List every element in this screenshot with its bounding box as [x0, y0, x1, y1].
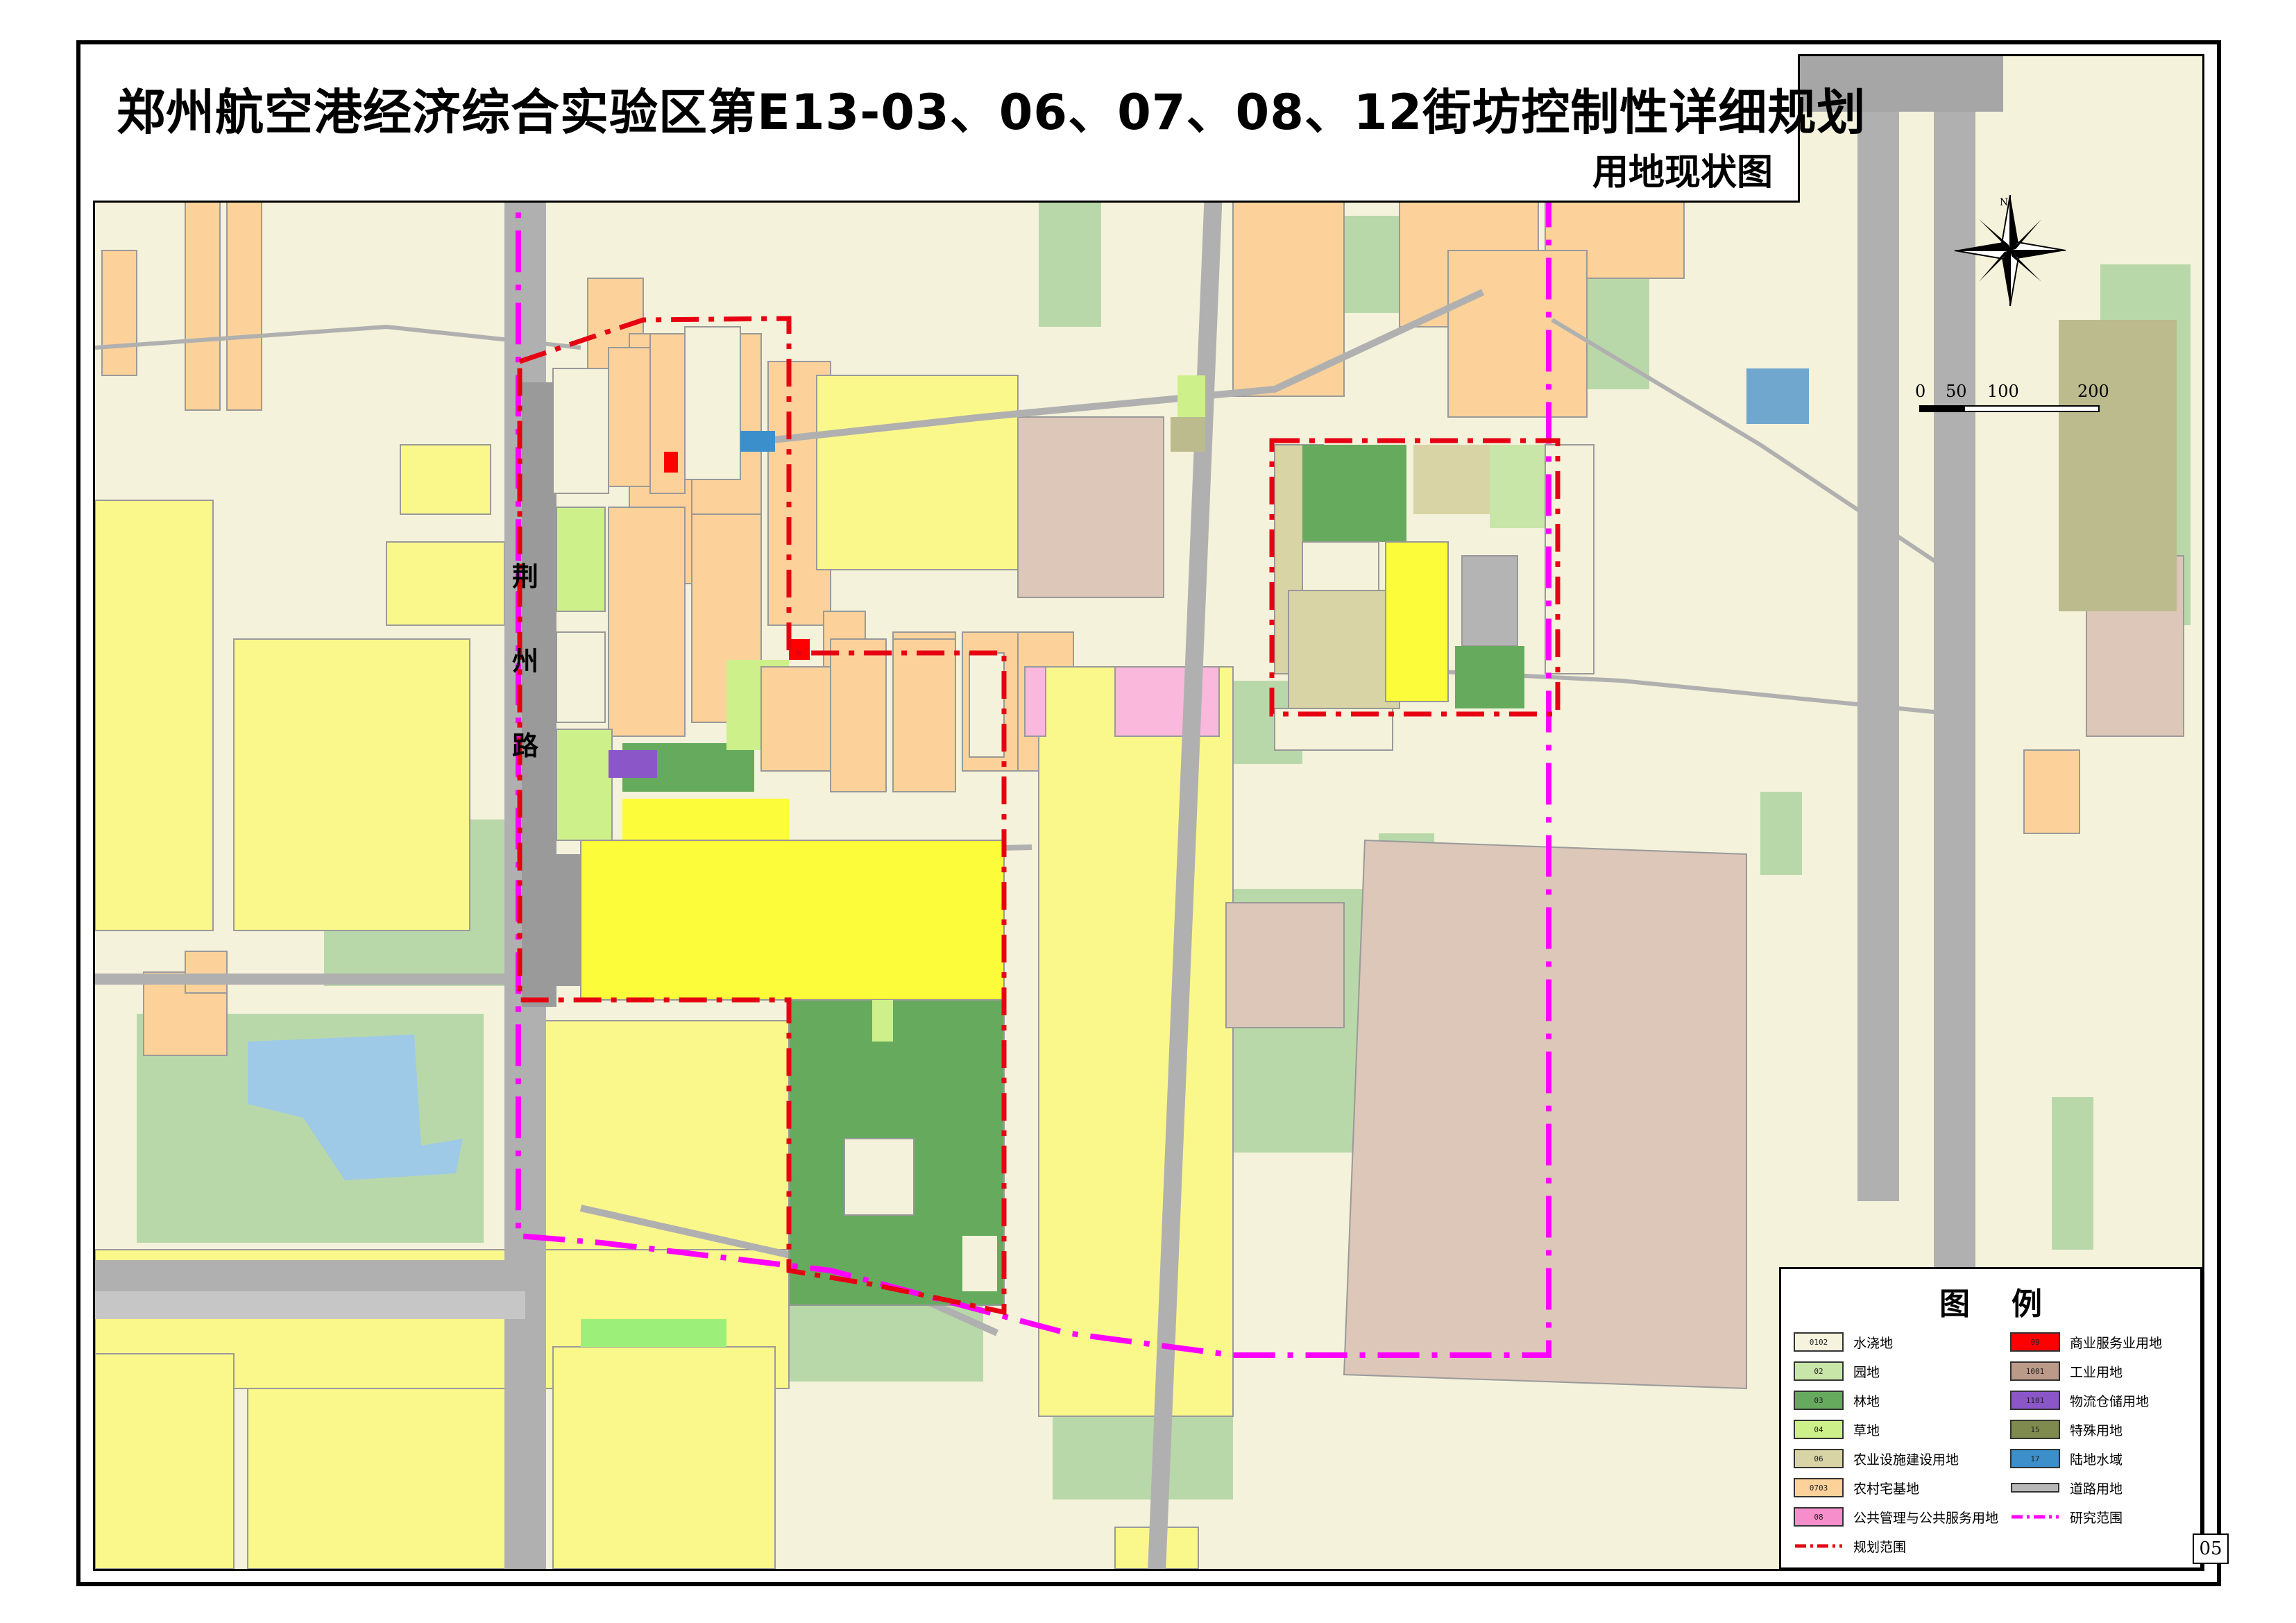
road-label-char-3: 路	[512, 731, 539, 761]
legend-label: 公共管理与公共服务用地	[1853, 1510, 1999, 1526]
scale-tick-50: 50	[1946, 382, 1967, 401]
special-land	[2059, 320, 2177, 611]
south-road	[95, 1291, 525, 1319]
legend-item: 1101 物流仓储用地	[2010, 1390, 2149, 1411]
road-label-char-1: 荆	[512, 561, 539, 592]
legend-item: 0703 农村宅基地	[1794, 1477, 1919, 1498]
legend-label: 农村宅基地	[1853, 1481, 1920, 1497]
legend-item: 09 商业服务业用地	[2010, 1332, 2162, 1352]
legend-item: 08 公共管理与公共服务用地	[1794, 1506, 1998, 1527]
legend-item: 规划范围	[1794, 1536, 1906, 1556]
legend-label: 研究范围	[2070, 1510, 2123, 1526]
legend-title: 图例	[1939, 1286, 2084, 1322]
road-label-char-2: 州	[512, 646, 539, 677]
legend-item: 03 林地	[1794, 1390, 1880, 1411]
legend-label: 商业服务业用地	[2070, 1335, 2163, 1351]
legend-swatch: 02	[1794, 1361, 1844, 1381]
legend-item: 0102 水浇地	[1794, 1332, 1893, 1352]
legend-swatch: 06	[1794, 1449, 1844, 1468]
legend-swatch: 03	[1794, 1391, 1844, 1410]
legend-swatch: 1101	[2010, 1391, 2060, 1410]
scale-bar-track	[1919, 405, 2100, 412]
legend-label: 水浇地	[1853, 1335, 1894, 1351]
legend-swatch: 17	[2010, 1449, 2060, 1468]
legend-swatch	[2010, 1478, 2060, 1497]
legend: 图例 0102 水浇地 02 园地 03 林地 04 草地 06 农业设施建设用地 0703 农村宅基…	[1779, 1267, 2202, 1570]
legend-item: 15 特殊用地	[2010, 1419, 2123, 1440]
legend-item: 17 陆地水域	[2010, 1448, 2123, 1469]
legend-swatch: 08	[1794, 1507, 1844, 1527]
legend-swatch	[2010, 1507, 2060, 1527]
legend-item: 1001 工业用地	[2010, 1361, 2123, 1382]
scale-tick-0: 0	[1915, 382, 1926, 401]
legend-swatch: 0703	[1794, 1478, 1844, 1497]
legend-label: 道路用地	[2070, 1481, 2123, 1497]
legend-label: 林地	[1853, 1393, 1880, 1409]
scale-tick-100: 100	[1987, 382, 2019, 401]
legend-label: 特殊用地	[2070, 1422, 2123, 1438]
legend-swatch: 15	[2010, 1420, 2060, 1439]
legend-label: 工业用地	[2070, 1364, 2123, 1380]
legend-item: 02 园地	[1794, 1361, 1880, 1382]
scale-tick-200: 200	[2077, 382, 2109, 401]
legend-label: 园地	[1853, 1364, 1880, 1380]
page-number: 05	[2193, 1533, 2229, 1564]
legend-swatch: 09	[2010, 1332, 2060, 1352]
scale-bar: 0 50 100 200	[1915, 382, 2109, 423]
north-label: N	[2000, 197, 2009, 208]
legend-item: 研究范围	[2010, 1506, 2123, 1527]
legend-label: 规划范围	[1853, 1539, 1907, 1555]
legend-label: 陆地水域	[2070, 1452, 2123, 1468]
legend-swatch	[1794, 1536, 1844, 1556]
legend-item: 道路用地	[2010, 1477, 2123, 1498]
legend-label: 农业设施建设用地	[1853, 1452, 1959, 1468]
legend-label: 物流仓储用地	[2070, 1393, 2150, 1409]
legend-swatch: 04	[1794, 1420, 1844, 1439]
map-title: 郑州航空港经济综合实验区第E13-03、06、07、08、12街坊控制性详细规划	[117, 84, 1866, 141]
legend-item: 06 农业设施建设用地	[1794, 1448, 1959, 1469]
map-subtitle: 用地现状图	[1592, 152, 1773, 194]
legend-swatch: 1001	[2010, 1361, 2060, 1381]
legend-label: 草地	[1853, 1422, 1880, 1438]
legend-swatch: 0102	[1794, 1332, 1844, 1352]
legend-item: 04 草地	[1794, 1419, 1880, 1440]
title-block: 郑州航空港经济综合实验区第E13-03、06、07、08、12街坊控制性详细规划…	[93, 54, 1865, 203]
